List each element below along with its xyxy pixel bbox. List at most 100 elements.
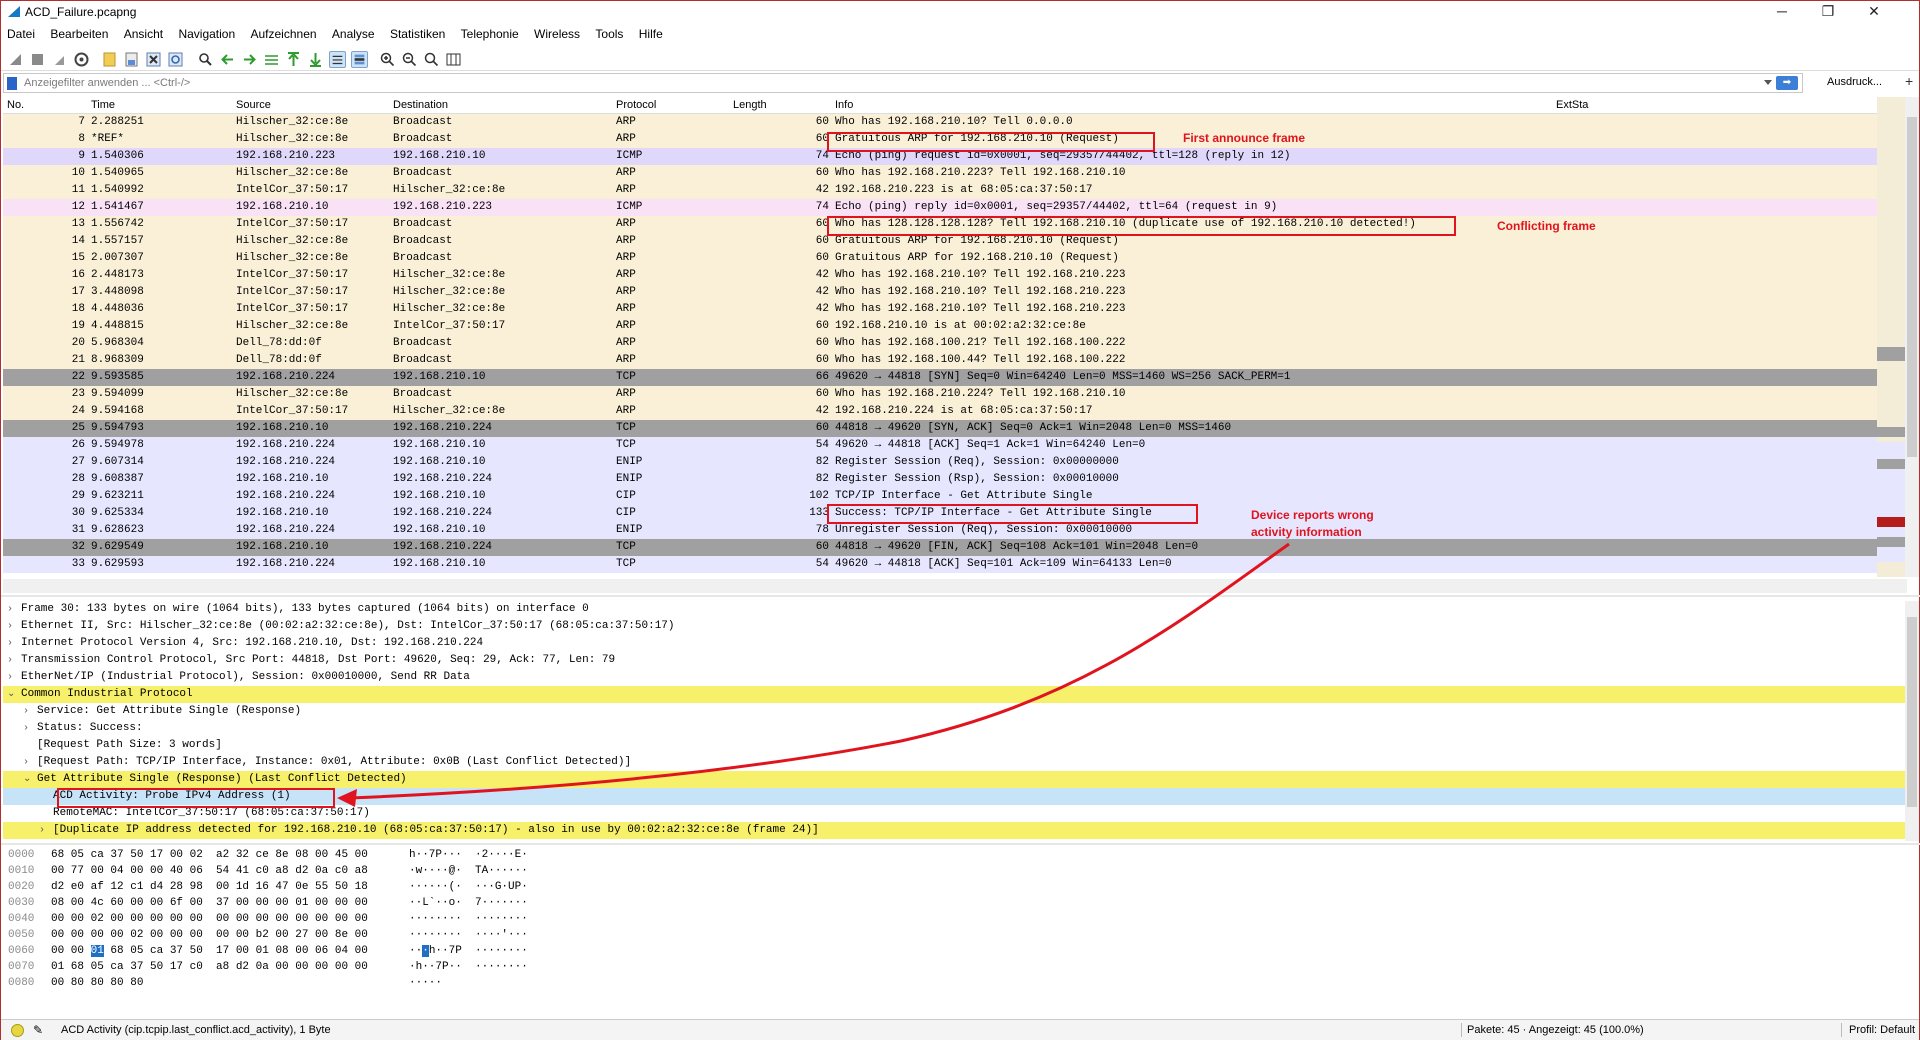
byte-ascii[interactable]: ········ ····'··· xyxy=(409,927,528,943)
menu-statistiken[interactable]: Statistiken xyxy=(384,25,451,41)
menu-analyse[interactable]: Analyse xyxy=(326,25,381,41)
menu-bearbeiten[interactable]: Bearbeiten xyxy=(44,25,114,41)
byte-hex[interactable]: 00 00 02 00 00 00 00 00 00 00 00 00 00 0… xyxy=(51,911,368,927)
packet-row[interactable]: 29 9.623211 192.168.210.224 192.168.210.10 C… xyxy=(3,488,1907,505)
expander-icon[interactable]: › xyxy=(7,601,17,618)
minimize-button[interactable]: ─ xyxy=(1759,1,1805,23)
expander-icon[interactable]: › xyxy=(23,703,33,720)
col-protocol[interactable]: Protocol xyxy=(616,99,656,111)
scroll-thumb[interactable] xyxy=(1907,117,1917,457)
menu-tools[interactable]: Tools xyxy=(589,25,629,41)
packet-row[interactable]: 31 9.628623 192.168.210.224 192.168.210.10 E… xyxy=(3,522,1907,539)
packet-row[interactable]: 23 9.594099 Hilscher_32:ce:8e Broadcast ARP 6… xyxy=(3,386,1907,403)
packet-row[interactable]: 17 3.448098 IntelCor_37:50:17 Hilscher_32:c… xyxy=(3,284,1907,301)
packet-row[interactable]: 12 1.541467 192.168.210.10 192.168.210.223 I… xyxy=(3,199,1907,216)
packet-row[interactable]: 7 2.288251 Hilscher_32:ce:8e Broadcast ARP 60… xyxy=(3,114,1907,131)
go-back-icon[interactable] xyxy=(219,51,236,68)
packet-minimap[interactable] xyxy=(1877,97,1905,577)
packet-row[interactable]: 25 9.594793 192.168.210.10 192.168.210.224 T… xyxy=(3,420,1907,437)
menu-datei[interactable]: Datei xyxy=(1,25,41,41)
scroll-thumb[interactable] xyxy=(1907,617,1917,807)
expander-icon[interactable]: › xyxy=(23,754,33,771)
detail-row[interactable]: › EtherNet/IP (Industrial Protocol), Sess… xyxy=(3,669,1907,686)
close-file-icon[interactable] xyxy=(145,51,162,68)
add-filter-button[interactable]: + xyxy=(1905,73,1913,89)
expander-icon[interactable]: › xyxy=(39,822,49,839)
byte-hex[interactable]: 00 00 01 68 05 ca 37 50 17 00 01 08 00 0… xyxy=(51,943,368,959)
expander-icon[interactable]: › xyxy=(7,669,17,686)
status-profile[interactable]: Profil: Default xyxy=(1849,1024,1915,1036)
packet-row[interactable]: 18 4.448036 IntelCor_37:50:17 Hilscher_32:c… xyxy=(3,301,1907,318)
close-button[interactable]: ✕ xyxy=(1851,1,1897,23)
capture-comment-icon[interactable]: ✎ xyxy=(33,1023,43,1037)
expander-icon[interactable]: › xyxy=(23,720,33,737)
packet-row[interactable]: 16 2.448173 IntelCor_37:50:17 Hilscher_32:c… xyxy=(3,267,1907,284)
col-destination[interactable]: Destination xyxy=(393,99,448,111)
packet-list-scrollbar[interactable] xyxy=(1905,97,1919,577)
packet-row[interactable]: 32 9.629549 192.168.210.10 192.168.210.224 T… xyxy=(3,539,1907,556)
apply-filter-arrow-icon[interactable]: ➡ xyxy=(1776,76,1798,90)
byte-hex[interactable]: 68 05 ca 37 50 17 00 02 a2 32 ce 8e 08 0… xyxy=(51,847,368,863)
detail-row[interactable]: › Frame 30: 133 bytes on wire (1064 bits)… xyxy=(3,601,1907,618)
byte-ascii[interactable]: ······(· ···G·UP· xyxy=(409,879,528,895)
go-forward-icon[interactable] xyxy=(241,51,258,68)
go-to-packet-icon[interactable] xyxy=(263,51,280,68)
col-source[interactable]: Source xyxy=(236,99,271,111)
byte-ascii[interactable]: ···h··7P ········ xyxy=(409,943,528,959)
packet-row[interactable]: 11 1.540992 IntelCor_37:50:17 Hilscher_32:c… xyxy=(3,182,1907,199)
colorize-icon[interactable] xyxy=(351,51,368,68)
detail-row[interactable]: ⌄ Common Industrial Protocol xyxy=(3,686,1907,703)
find-packet-icon[interactable] xyxy=(197,51,214,68)
capture-options-icon[interactable] xyxy=(73,51,90,68)
restart-capture-icon[interactable] xyxy=(51,51,68,68)
byte-hex[interactable]: 00 77 00 04 00 00 40 06 54 41 c0 a8 d2 0… xyxy=(51,863,368,879)
packet-row[interactable]: 15 2.007307 Hilscher_32:ce:8e Broadcast ARP 6… xyxy=(3,250,1907,267)
reload-file-icon[interactable] xyxy=(167,51,184,68)
packet-list-hscrollbar[interactable] xyxy=(3,579,1907,593)
expert-info-icon[interactable] xyxy=(11,1024,24,1037)
packet-row[interactable]: 20 5.968304 Dell_78:dd:0f Broadcast ARP 60 Who… xyxy=(3,335,1907,352)
col-info[interactable]: Info xyxy=(835,99,853,111)
byte-ascii[interactable]: h··7P··· ·2····E· xyxy=(409,847,528,863)
byte-hex[interactable]: d2 e0 af 12 c1 d4 28 98 00 1d 16 47 0e 5… xyxy=(51,879,368,895)
expander-icon[interactable]: › xyxy=(7,635,17,652)
zoom-reset-icon[interactable] xyxy=(423,51,440,68)
byte-ascii[interactable]: ········ ········ xyxy=(409,911,528,927)
menu-ansicht[interactable]: Ansicht xyxy=(118,25,169,41)
start-capture-icon[interactable] xyxy=(7,51,24,68)
detail-row[interactable]: › Ethernet II, Src: Hilscher_32:ce:8e (00… xyxy=(3,618,1907,635)
byte-ascii[interactable]: ····· xyxy=(409,975,442,991)
packet-row[interactable]: 26 9.594978 192.168.210.224 192.168.210.10 T… xyxy=(3,437,1907,454)
col-no[interactable]: No. xyxy=(7,99,24,111)
display-filter-input[interactable]: Anzeigefilter anwenden ... <Ctrl-/> ➡ xyxy=(3,73,1803,93)
expander-icon[interactable]: › xyxy=(7,618,17,635)
zoom-out-icon[interactable] xyxy=(401,51,418,68)
detail-row[interactable]: › Service: Get Attribute Single (Response… xyxy=(3,703,1907,720)
col-length[interactable]: Length xyxy=(733,99,767,111)
menu-wireless[interactable]: Wireless xyxy=(528,25,586,41)
byte-hex[interactable]: 01 68 05 ca 37 50 17 c0 a8 d2 0a 00 00 0… xyxy=(51,959,368,975)
expander-icon[interactable]: ⌄ xyxy=(7,686,17,703)
byte-hex[interactable]: 00 00 00 00 02 00 00 00 00 00 b2 00 27 0… xyxy=(51,927,368,943)
packet-row[interactable]: 10 1.540965 Hilscher_32:ce:8e Broadcast ARP 6… xyxy=(3,165,1907,182)
packet-row[interactable]: 24 9.594168 IntelCor_37:50:17 Hilscher_32:c… xyxy=(3,403,1907,420)
detail-row[interactable]: ⌄ Get Attribute Single (Response) (Last C… xyxy=(3,771,1907,788)
packet-row[interactable]: 22 9.593585 192.168.210.224 192.168.210.10 T… xyxy=(3,369,1907,386)
last-packet-icon[interactable] xyxy=(307,51,324,68)
byte-ascii[interactable]: ··L`··o· 7······· xyxy=(409,895,528,911)
details-scrollbar[interactable] xyxy=(1905,601,1919,841)
packet-row[interactable]: 19 4.448815 Hilscher_32:ce:8e IntelCor_37:5… xyxy=(3,318,1907,335)
detail-row[interactable]: › Internet Protocol Version 4, Src: 192.1… xyxy=(3,635,1907,652)
packet-row[interactable]: 33 9.629593 192.168.210.224 192.168.210.10 T… xyxy=(3,556,1907,573)
byte-ascii[interactable]: ·h··7P·· ········ xyxy=(409,959,528,975)
col-time[interactable]: Time xyxy=(91,99,115,111)
packet-row[interactable]: 21 8.968309 Dell_78:dd:0f Broadcast ARP 60 Who… xyxy=(3,352,1907,369)
bookmark-icon[interactable] xyxy=(7,77,17,90)
menu-navigation[interactable]: Navigation xyxy=(172,25,241,41)
stop-capture-icon[interactable] xyxy=(29,51,46,68)
zoom-in-icon[interactable] xyxy=(379,51,396,68)
detail-row[interactable]: [Request Path Size: 3 words] xyxy=(3,737,1907,754)
menu-hilfe[interactable]: Hilfe xyxy=(633,25,669,41)
detail-row[interactable]: › [Request Path: TCP/IP Interface, Instan… xyxy=(3,754,1907,771)
detail-row[interactable]: › Status: Success: xyxy=(3,720,1907,737)
